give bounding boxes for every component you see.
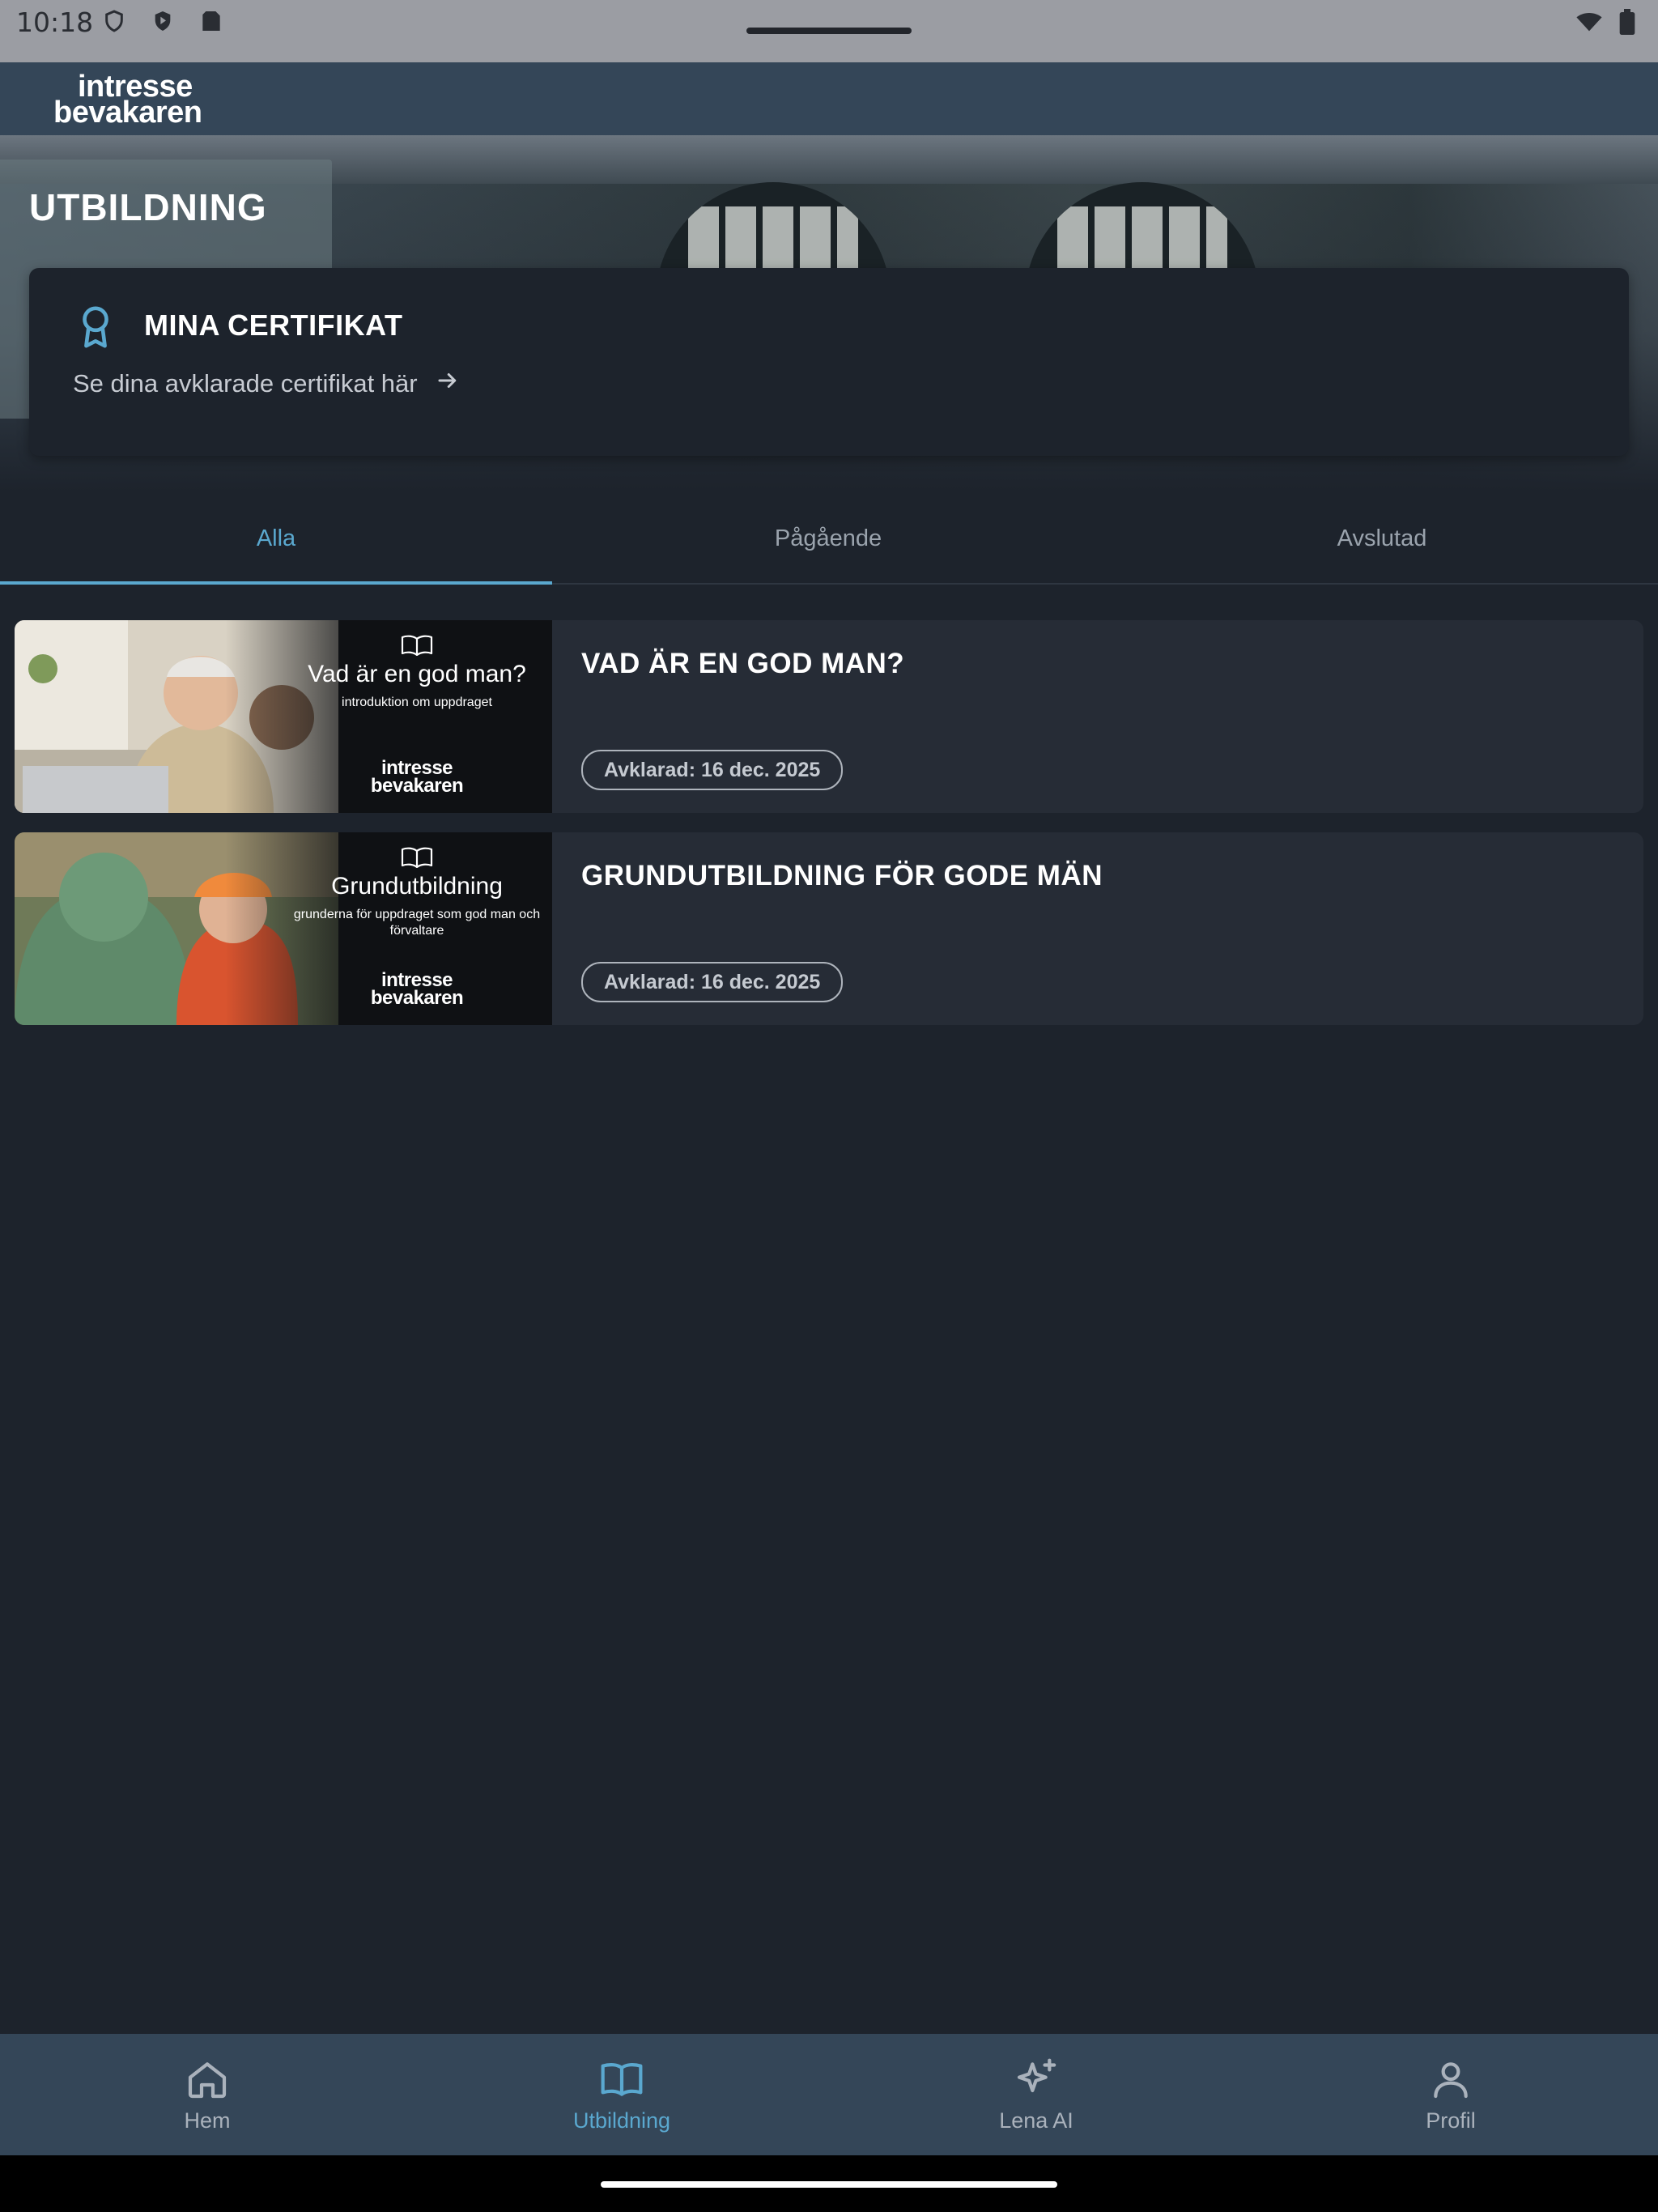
book-icon [401,635,433,657]
filter-tabs: Alla Pågående Avslutad [0,494,1658,585]
tab-indicator [0,581,552,585]
brand-logo[interactable]: intresse bevakaren [53,71,202,128]
play-protect-icon [150,8,176,34]
shield-icon [101,8,127,34]
home-gesture-handle[interactable] [601,2181,1057,2188]
certificates-card[interactable]: MINA CERTIFIKAT Se dina avklarade certif… [29,268,1629,456]
status-time: 10:18 [16,6,94,38]
course-title: GRUNDUTBILDNING FÖR GODE MÄN [581,860,1103,891]
wifi-icon [1574,8,1605,40]
course-title: VAD ÄR EN GOD MAN? [581,648,905,679]
nav-item-hem[interactable]: Hem [0,2034,414,2155]
thumbnail-logo: intresse bevakaren [370,969,464,1009]
certificates-title: MINA CERTIFIKAT [144,308,403,342]
page-title: UTBILDNING [29,186,267,228]
book-icon [601,2062,643,2096]
award-icon [76,305,115,349]
thumbnail-logo: intresse bevakaren [370,757,464,797]
sd-card-icon [198,8,224,34]
sparkle-icon [1017,2058,1056,2092]
status-handle [746,28,912,34]
home-icon [188,2061,227,2098]
status-badge: Avklarad: 16 dec. 2025 [581,750,844,790]
status-badge: Avklarad: 16 dec. 2025 [581,962,844,1002]
arrow-right-icon [436,368,460,399]
status-bar: 10:18 [0,0,1658,62]
course-thumbnail: Grundutbildning grunderna för uppdraget … [15,832,552,1025]
app-bar: intresse bevakaren [0,62,1658,135]
book-icon [401,847,433,869]
bottom-navigation: Hem Utbildning Lena AI Profil [0,2034,1658,2155]
course-card[interactable]: Vad är en god man? introduktion om uppdr… [15,620,1643,813]
nav-item-profil[interactable]: Profil [1244,2034,1658,2155]
person-icon [1434,2061,1468,2098]
tab-pagaende[interactable]: Pågående [552,494,1104,583]
tab-alla[interactable]: Alla [0,494,552,583]
battery-icon [1619,9,1635,39]
nav-item-utbildning[interactable]: Utbildning [414,2034,829,2155]
course-card[interactable]: Grundutbildning grunderna för uppdraget … [15,832,1643,1025]
course-thumbnail: Vad är en god man? introduktion om uppdr… [15,620,552,813]
system-navigation-bar [0,2155,1658,2212]
certificates-link[interactable]: Se dina avklarade certifikat här [73,368,460,399]
tab-avslutad[interactable]: Avslutad [1106,494,1658,583]
nav-item-lena-ai[interactable]: Lena AI [829,2034,1244,2155]
